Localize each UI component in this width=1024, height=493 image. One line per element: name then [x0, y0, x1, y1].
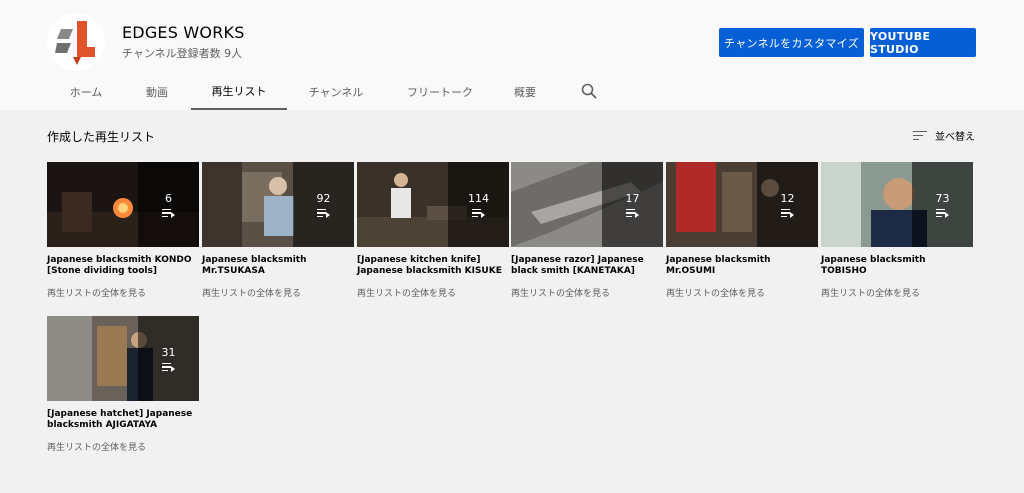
playlist-icon — [162, 208, 175, 218]
view-full-playlist-link[interactable]: 再生リストの全体を見る — [357, 286, 509, 299]
playlist-title[interactable]: Japanese blacksmith Mr.OSUMI — [666, 255, 818, 277]
channel-logo[interactable] — [47, 13, 105, 71]
sort-button[interactable]: 並べ替え — [913, 128, 975, 143]
playlist-thumbnail[interactable]: 17 — [511, 162, 663, 247]
view-full-playlist-link[interactable]: 再生リストの全体を見る — [202, 286, 354, 299]
playlist-thumbnail[interactable]: 6 — [47, 162, 199, 247]
playlist-card[interactable]: 17 [Japanese razor] Japanese black smith… — [511, 162, 663, 299]
playlist-title[interactable]: Japanese blacksmith TOBISHO — [821, 255, 973, 277]
search-icon[interactable] — [580, 82, 598, 100]
playlist-card[interactable]: 12 Japanese blacksmith Mr.OSUMI 再生リストの全体… — [666, 162, 818, 299]
tab-free-talk[interactable]: フリートーク — [400, 74, 480, 110]
playlist-title[interactable]: Japanese blacksmith KONDO [Stone dividin… — [47, 255, 199, 277]
playlist-card[interactable]: 73 Japanese blacksmith TOBISHO 再生リストの全体を… — [821, 162, 973, 299]
tab-home[interactable]: ホーム — [60, 74, 112, 110]
view-full-playlist-link[interactable]: 再生リストの全体を見る — [666, 286, 818, 299]
playlist-title[interactable]: [Japanese razor] Japanese black smith [K… — [511, 255, 663, 277]
customize-channel-button[interactable]: チャンネルをカスタマイズ — [719, 28, 864, 57]
playlist-title[interactable]: [Japanese kitchen knife] Japanese blacks… — [357, 255, 509, 277]
playlist-icon — [162, 362, 175, 372]
playlist-thumbnail[interactable]: 92 — [202, 162, 354, 247]
playlist-thumbnail[interactable]: 73 — [821, 162, 973, 247]
playlist-thumbnail[interactable]: 31 — [47, 316, 199, 401]
playlist-icon — [472, 208, 485, 218]
playlist-title[interactable]: [Japanese hatchet] Japanese blacksmith A… — [47, 409, 199, 431]
playlist-icon — [936, 208, 949, 218]
view-full-playlist-link[interactable]: 再生リストの全体を見る — [821, 286, 973, 299]
tab-about[interactable]: 概要 — [506, 74, 544, 110]
playlist-icon — [626, 208, 639, 218]
channel-tabs: ホーム 動画 再生リスト チャンネル フリートーク 概要 — [0, 74, 1024, 110]
view-full-playlist-link[interactable]: 再生リストの全体を見る — [47, 286, 199, 299]
view-full-playlist-link[interactable]: 再生リストの全体を見る — [47, 440, 199, 453]
playlist-card[interactable]: 114 [Japanese kitchen knife] Japanese bl… — [357, 162, 509, 299]
tab-videos[interactable]: 動画 — [134, 74, 180, 110]
view-full-playlist-link[interactable]: 再生リストの全体を見る — [511, 286, 663, 299]
playlist-title[interactable]: Japanese blacksmith Mr.TSUKASA — [202, 255, 354, 277]
sort-icon — [913, 130, 927, 141]
sort-label: 並べ替え — [935, 132, 975, 143]
playlist-icon — [317, 208, 330, 218]
youtube-studio-button[interactable]: YOUTUBE STUDIO — [870, 28, 976, 57]
playlist-card[interactable]: 92 Japanese blacksmith Mr.TSUKASA 再生リストの… — [202, 162, 354, 299]
playlist-icon — [781, 208, 794, 218]
playlist-thumbnail[interactable]: 114 — [357, 162, 509, 247]
channel-header: EDGES WORKS チャンネル登録者数 9人 チャンネルをカスタマイズ YO… — [0, 0, 1024, 110]
tab-channels[interactable]: チャンネル — [302, 74, 370, 110]
playlist-card[interactable]: 31 [Japanese hatchet] Japanese blacksmit… — [47, 316, 199, 453]
channel-name: EDGES WORKS — [122, 23, 245, 42]
subscriber-count: チャンネル登録者数 9人 — [122, 47, 243, 60]
playlist-card[interactable]: 6 Japanese blacksmith KONDO [Stone divid… — [47, 162, 199, 299]
tab-playlists[interactable]: 再生リスト — [191, 74, 287, 110]
playlist-thumbnail[interactable]: 12 — [666, 162, 818, 247]
section-title: 作成した再生リスト — [47, 130, 156, 144]
